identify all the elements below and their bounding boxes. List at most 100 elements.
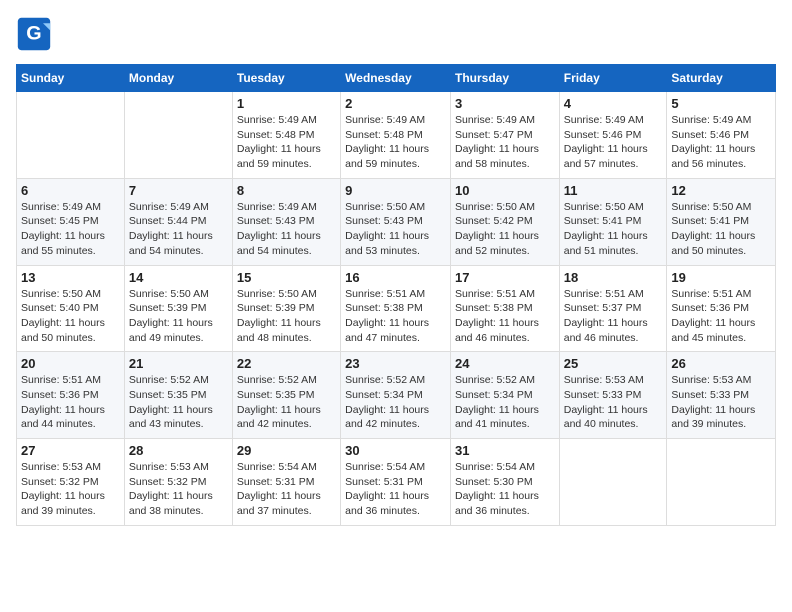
daylight-minutes: and 46 minutes. [455,332,530,344]
day-number: 13 [21,270,120,285]
sunset-value: 5:41 PM [710,215,749,227]
sunrise-value: 5:53 AM [62,461,101,473]
daylight-minutes: and 48 minutes. [237,332,312,344]
day-number: 19 [671,270,771,285]
day-number: 4 [564,96,663,111]
day-number: 3 [455,96,555,111]
day-number: 9 [345,183,446,198]
daylight-value: 11 hours [499,490,539,502]
sunrise-value: 5:54 AM [496,461,535,473]
day-info: Sunrise: 5:49 AMSunset: 5:46 PMDaylight:… [671,113,771,172]
logo-icon: G [16,16,52,52]
day-number: 18 [564,270,663,285]
sunset-value: 5:41 PM [602,215,641,227]
day-info: Sunrise: 5:52 AMSunset: 5:35 PMDaylight:… [129,373,228,432]
day-number: 20 [21,356,120,371]
sunset-label: Sunset: [345,129,381,141]
daylight-value: 11 hours [65,230,105,242]
calendar-cell: 3Sunrise: 5:49 AMSunset: 5:47 PMDaylight… [450,92,559,179]
daylight-minutes: and 40 minutes. [564,418,639,430]
daylight-minutes: and 41 minutes. [455,418,530,430]
calendar-table: SundayMondayTuesdayWednesdayThursdayFrid… [16,64,776,526]
daylight-minutes: and 43 minutes. [129,418,204,430]
weekday-header-friday: Friday [559,65,667,92]
daylight-label: Daylight: [21,490,62,502]
day-number: 25 [564,356,663,371]
daylight-label: Daylight: [671,404,712,416]
daylight-label: Daylight: [129,490,170,502]
daylight-minutes: and 42 minutes. [345,418,420,430]
sunrise-label: Sunrise: [564,288,603,300]
daylight-label: Daylight: [129,404,170,416]
calendar-week-5: 27Sunrise: 5:53 AMSunset: 5:32 PMDayligh… [17,439,776,526]
daylight-label: Daylight: [671,230,712,242]
sunset-label: Sunset: [237,302,273,314]
sunrise-label: Sunrise: [129,374,168,386]
sunrise-label: Sunrise: [455,461,494,473]
day-number: 11 [564,183,663,198]
daylight-label: Daylight: [455,230,496,242]
sunrise-label: Sunrise: [237,374,276,386]
daylight-minutes: and 54 minutes. [237,245,312,257]
sunrise-value: 5:49 AM [278,114,317,126]
daylight-minutes: and 59 minutes. [237,158,312,170]
day-info: Sunrise: 5:53 AMSunset: 5:32 PMDaylight:… [129,460,228,519]
day-number: 15 [237,270,336,285]
sunset-value: 5:35 PM [275,389,314,401]
calendar-cell: 9 Sunrise: 5:50 AMSunset: 5:43 PMDaylight… [341,178,451,265]
calendar-cell: 30 Sunrise: 5:54 AMSunset: 5:31 PMDayligh… [341,439,451,526]
day-info: Sunrise: 5:51 AMSunset: 5:38 PMDaylight:… [455,287,555,346]
day-number: 26 [671,356,771,371]
day-info: Sunrise: 5:54 AMSunset: 5:30 PMDaylight:… [455,460,555,519]
daylight-minutes: and 47 minutes. [345,332,420,344]
sunrise-value: 5:50 AM [605,201,644,213]
sunrise-value: 5:54 AM [278,461,317,473]
day-info: Sunrise: 5:54 AMSunset: 5:31 PMDaylight:… [345,460,446,519]
daylight-minutes: and 53 minutes. [345,245,420,257]
day-number: 1 [237,96,336,111]
daylight-value: 11 hours [389,230,429,242]
sunset-value: 5:35 PM [167,389,206,401]
sunset-label: Sunset: [455,389,491,401]
sunset-value: 5:33 PM [710,389,749,401]
daylight-value: 11 hours [499,143,539,155]
daylight-label: Daylight: [21,317,62,329]
daylight-value: 11 hours [173,317,213,329]
daylight-minutes: and 54 minutes. [129,245,204,257]
sunrise-label: Sunrise: [345,201,384,213]
day-info: Sunrise: 5:52 AMSunset: 5:34 PMDaylight:… [455,373,555,432]
daylight-value: 11 hours [65,490,105,502]
day-number: 29 [237,443,336,458]
daylight-minutes: and 55 minutes. [21,245,96,257]
day-info: Sunrise: 5:50 AMSunset: 5:43 PMDaylight:… [345,200,446,259]
daylight-value: 11 hours [608,317,648,329]
day-number: 27 [21,443,120,458]
daylight-value: 11 hours [281,490,321,502]
sunset-label: Sunset: [455,129,491,141]
sunrise-value: 5:49 AM [605,114,644,126]
sunrise-label: Sunrise: [455,374,494,386]
logo: G [16,16,56,52]
daylight-minutes: and 59 minutes. [345,158,420,170]
sunset-label: Sunset: [455,302,491,314]
daylight-value: 11 hours [715,404,755,416]
sunset-label: Sunset: [345,215,381,227]
calendar-cell: 2Sunrise: 5:49 AMSunset: 5:48 PMDaylight… [341,92,451,179]
daylight-value: 11 hours [65,317,105,329]
day-number: 31 [455,443,555,458]
sunset-label: Sunset: [21,302,57,314]
weekday-header-tuesday: Tuesday [232,65,340,92]
sunset-label: Sunset: [237,476,273,488]
daylight-label: Daylight: [455,143,496,155]
daylight-minutes: and 50 minutes. [671,245,746,257]
daylight-minutes: and 36 minutes. [455,505,530,517]
calendar-week-4: 20Sunrise: 5:51 AMSunset: 5:36 PMDayligh… [17,352,776,439]
sunrise-value: 5:52 AM [170,374,209,386]
day-number: 14 [129,270,228,285]
sunset-value: 5:39 PM [167,302,206,314]
svg-text:G: G [26,22,41,44]
day-number: 30 [345,443,446,458]
sunset-value: 5:32 PM [60,476,99,488]
daylight-minutes: and 45 minutes. [671,332,746,344]
calendar-cell: 6Sunrise: 5:49 AMSunset: 5:45 PMDaylight… [17,178,125,265]
